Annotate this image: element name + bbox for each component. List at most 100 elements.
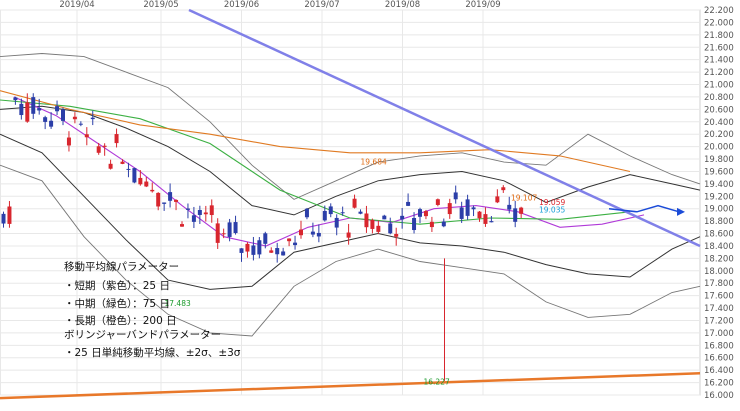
candle-body [263,233,268,244]
candle-body [459,207,464,219]
y-tick-label: 22.000 [704,18,734,28]
candle-body [162,202,167,204]
y-tick-label: 18.200 [704,254,734,264]
candle-body [90,117,95,120]
candle-body [156,192,161,207]
candle-body [174,199,179,202]
label-high-jul: 19.684 [361,158,387,167]
bb-desc-note: ・25 日単純移動平均線、±2σ、±3σ [64,347,241,359]
candle-body [453,192,458,200]
y-tick-label: 21.800 [704,31,734,41]
y-tick-label: 19.200 [704,192,734,202]
candle-body [477,211,482,219]
ma-long-note: ・長期（橙色）：200 日 [64,315,177,327]
candle-body [78,123,83,125]
y-tick-label: 17.600 [704,292,734,302]
candle-body [203,212,208,215]
y-tick-label: 19.000 [704,205,734,215]
candle-body [304,208,309,218]
y-tick-label: 16.400 [704,366,734,376]
label-last-open: 19.035 [539,205,565,214]
candle-body [507,204,512,210]
x-tick-label: 2019/06 [224,0,259,10]
candle-body [150,189,155,192]
candle-body [168,192,173,201]
y-tick-label: 21.000 [704,81,734,91]
y-tick-label: 20.400 [704,118,734,128]
ma-mid-note: ・中期（緑色）：75 日 [64,298,170,310]
candle-body [227,222,232,237]
candle-body [209,205,214,216]
candle-body [281,251,286,256]
y-tick-label: 16.200 [704,379,734,389]
candle-body [49,120,54,127]
label-low-aug: 16.227 [424,377,450,386]
candle-body [120,161,125,164]
y-tick-label: 19.800 [704,155,734,165]
candle-body [43,117,48,122]
candle-body [96,146,101,153]
candle-body [346,232,351,238]
candle-body [138,177,143,185]
candle-body [310,231,315,235]
x-tick-label: 2019/04 [59,0,94,10]
candle-body [185,208,190,210]
candle-body [400,215,405,220]
candle-body [334,217,339,228]
candle-body [257,240,262,255]
candle-body [132,168,137,183]
y-tick-label: 17.200 [704,316,734,326]
candle-body [239,248,244,253]
y-tick-label: 17.000 [704,329,734,339]
candle-body [489,221,494,223]
candle-body [340,212,345,214]
candle-body [221,233,226,235]
candle-body [55,106,60,112]
candle-body [287,238,292,242]
candle-body [31,97,36,114]
y-tick-label: 18.400 [704,242,734,252]
candle-body [364,213,369,228]
y-tick-label: 19.400 [704,180,734,190]
candle-body [441,221,446,227]
candle-body [1,213,6,224]
y-tick-label: 16.000 [704,391,734,401]
candle-body [299,229,303,236]
y-tick-label: 20.600 [704,105,734,115]
candle-body [382,215,387,220]
candle-body [126,168,131,170]
y-tick-label: 22.200 [704,6,734,16]
y-tick-label: 21.400 [704,56,734,66]
y-tick-label: 16.800 [704,341,734,351]
candle-body [501,187,506,191]
y-tick-label: 21.200 [704,68,734,78]
candle-body [13,97,18,101]
candle-body [471,207,476,210]
candle-body [483,214,488,224]
ma-short-note: ・短期（紫色）：25 日 [64,280,170,292]
candle-body [358,211,363,214]
x-tick-label: 2019/05 [143,0,178,10]
chart-container: 22.200 22.000 21.800 21.600 21.400 21.200 21.0… [0,0,740,411]
candle-body [191,215,196,222]
candle-body [102,145,107,147]
trendline-support [0,372,701,400]
x-tick-label: 2019/09 [465,0,500,10]
candle-body [269,250,274,253]
candle-body [144,181,149,187]
candle-body [215,223,220,243]
candle-body [406,201,411,206]
candle-body [394,233,399,237]
candle-body [233,222,238,234]
candle-body [108,163,113,169]
candle-body [322,210,327,221]
x-tick-label: 2019/07 [304,0,339,10]
y-tick-label: 16.600 [704,354,734,364]
candle-body [352,198,357,208]
candle-body [293,242,298,246]
y-tick-label: 20.800 [704,93,734,103]
candle-body [37,108,42,111]
candle-body [180,224,184,227]
candle-body [423,211,428,217]
candle-body [61,109,65,121]
